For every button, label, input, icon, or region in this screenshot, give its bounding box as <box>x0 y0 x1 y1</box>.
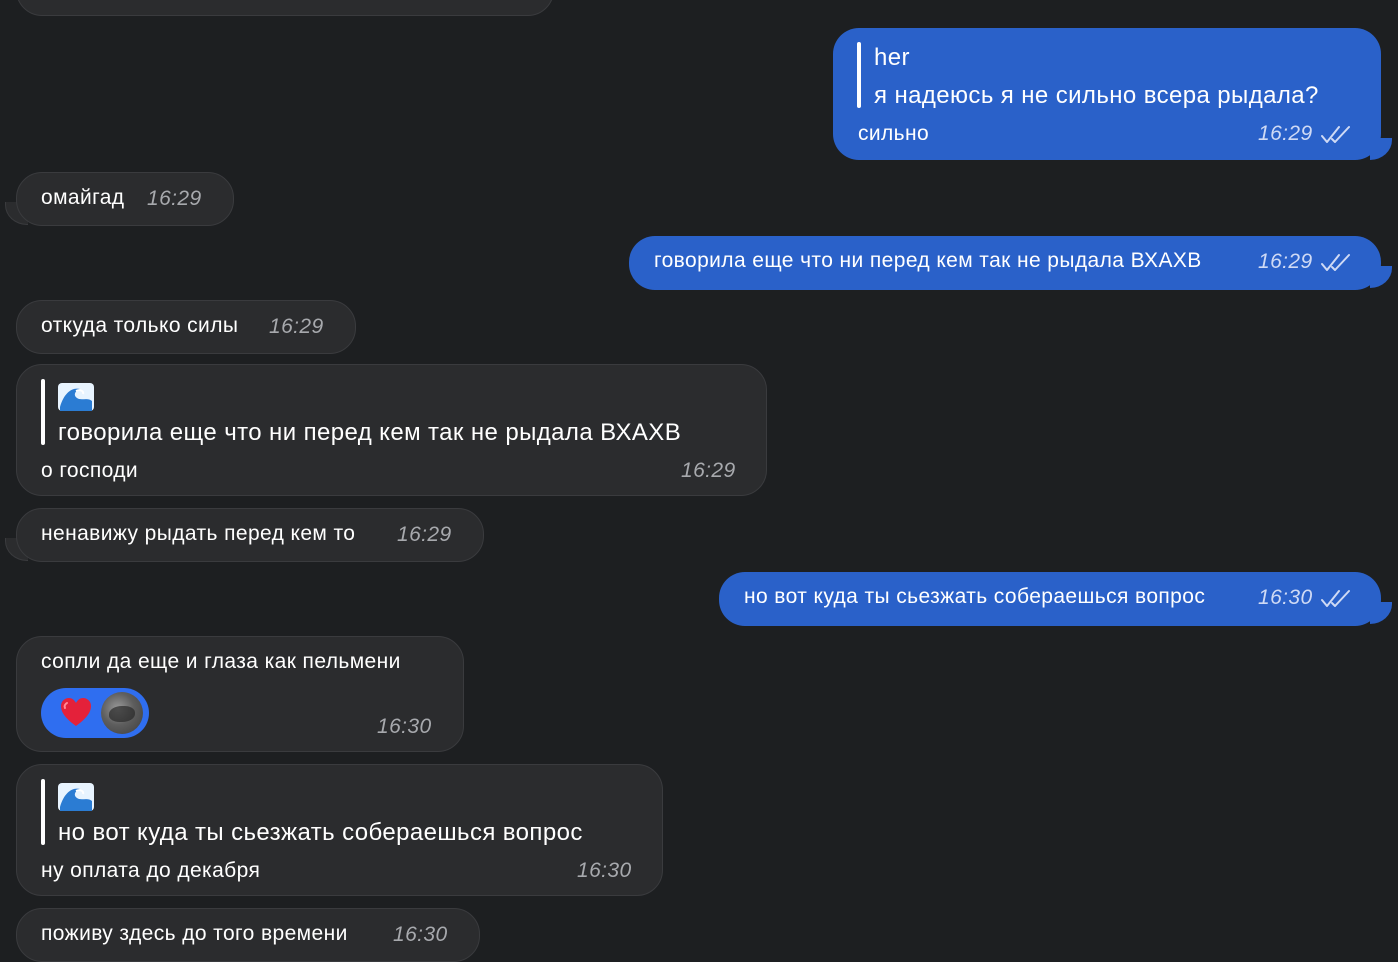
message-incoming[interactable]: поживу здесь до того времени 16:30 <box>16 908 480 962</box>
message-time: 16:29 <box>1258 250 1313 273</box>
message-text: ненавижу рыдать перед кем то <box>41 522 356 545</box>
reply-author: her <box>874 44 910 71</box>
message-time: 16:30 <box>1258 586 1313 609</box>
message-time: 16:30 <box>393 923 448 946</box>
message-text: откуда только силы <box>41 314 239 337</box>
message-text: говорила еще что ни перед кем так не рыд… <box>654 249 1202 272</box>
double-check-icon <box>1321 125 1353 145</box>
reply-bar <box>41 379 45 445</box>
wave-emoji-icon <box>58 383 94 411</box>
bubble-tail <box>1370 266 1392 288</box>
message-outgoing-reply[interactable]: her я надеюсь я не сильно всера рыдала? … <box>833 28 1381 160</box>
double-check-icon <box>1321 253 1353 273</box>
bubble-tail <box>1370 138 1392 160</box>
message-time: 16:29 <box>147 187 202 210</box>
wave-emoji-icon <box>58 783 94 811</box>
message-incoming-reply[interactable]: но вот куда ты сьезжать собераешься вопр… <box>16 764 663 896</box>
heart-icon <box>61 698 91 726</box>
message-time: 16:30 <box>577 859 632 882</box>
message-time: 16:29 <box>681 459 736 482</box>
message-outgoing[interactable]: говорила еще что ни перед кем так не рыд… <box>629 236 1381 290</box>
message-text: но вот куда ты сьезжать собераешься вопр… <box>744 585 1206 608</box>
double-check-icon <box>1321 589 1353 609</box>
message-time: 16:29 <box>269 315 324 338</box>
message-incoming[interactable]: откуда только силы 16:29 <box>16 300 356 354</box>
message-text: сопли да еще и глаза как пельмени <box>41 650 401 673</box>
reply-bar <box>41 779 45 845</box>
reply-text: но вот куда ты сьезжать собераешься вопр… <box>58 819 583 846</box>
message-text: омайгад <box>41 186 125 209</box>
reply-text: я надеюсь я не сильно всера рыдала? <box>874 82 1319 109</box>
reply-text: говорила еще что ни перед кем так не рыд… <box>58 419 682 446</box>
message-text: ну оплата до декабря <box>41 859 261 882</box>
message-incoming[interactable]: ненавижу рыдать перед кем то 16:29 <box>16 508 484 562</box>
message-time: 16:29 <box>397 523 452 546</box>
message-incoming[interactable]: сопли да еще и глаза как пельмени 16:30 <box>16 636 464 752</box>
chat-history: her я надеюсь я не сильно всера рыдала? … <box>0 0 1398 962</box>
message-outgoing[interactable]: но вот куда ты сьезжать собераешься вопр… <box>719 572 1381 626</box>
message-time: 16:30 <box>377 715 432 738</box>
avatar <box>101 692 143 734</box>
message-time: 16:29 <box>1258 122 1313 145</box>
message-text: сильно <box>858 122 930 145</box>
message-text: поживу здесь до того времени <box>41 922 348 945</box>
message-text: о господи <box>41 459 139 482</box>
message-incoming[interactable]: омайгад 16:29 <box>16 172 234 226</box>
message-incoming-reply[interactable]: говорила еще что ни перед кем так не рыд… <box>16 364 767 496</box>
bubble-tail <box>1370 602 1392 624</box>
reply-bar <box>857 42 861 108</box>
reaction-chip[interactable] <box>41 688 149 738</box>
message-partial-top[interactable] <box>16 0 554 16</box>
